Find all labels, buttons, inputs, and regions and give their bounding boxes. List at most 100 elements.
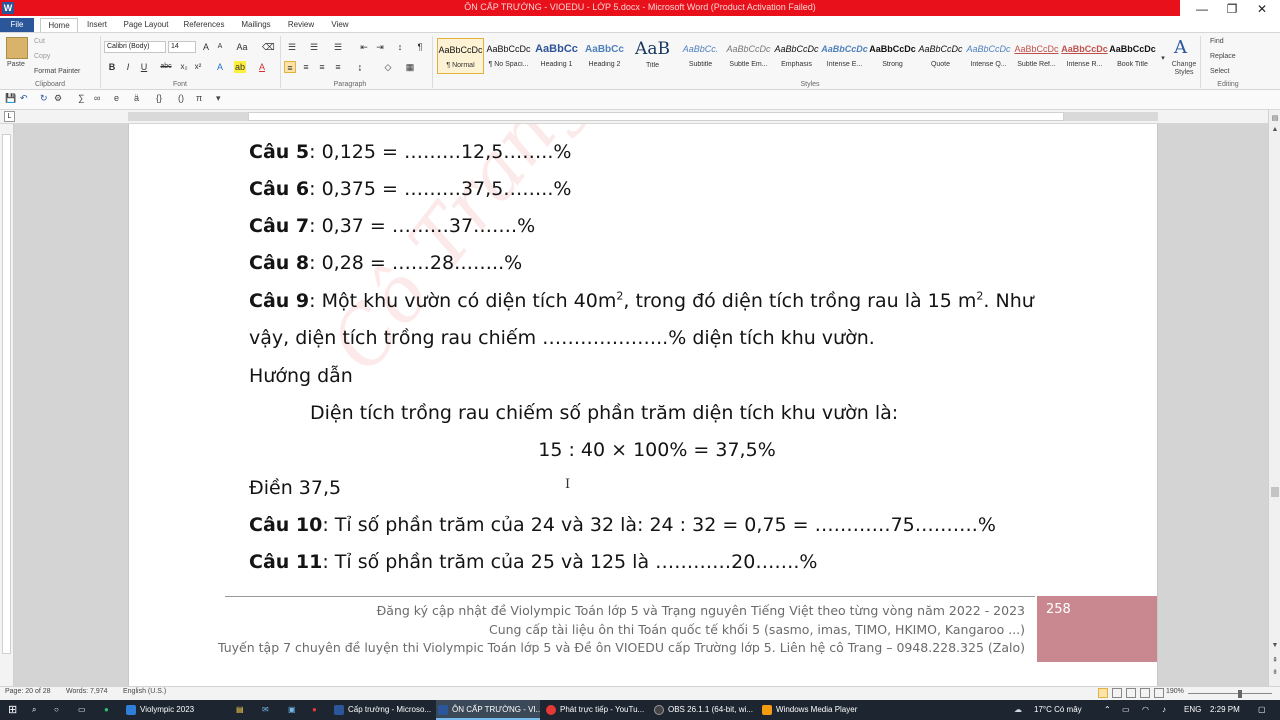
- ruler-toggle-icon[interactable]: ▤: [1269, 114, 1280, 122]
- customize-toolbar-icon[interactable]: ▾: [216, 93, 221, 104]
- text-effects-icon[interactable]: A: [214, 61, 226, 73]
- font-name-select[interactable]: Calibri (Body): [104, 41, 166, 53]
- styles-more-icon[interactable]: ▾: [1157, 53, 1169, 65]
- word-count[interactable]: Words: 7,974: [66, 688, 108, 695]
- vertical-scrollbar[interactable]: ▤ ▲ ▼ ⇞ ⇟: [1268, 110, 1280, 686]
- sort-icon[interactable]: ↕: [394, 41, 406, 53]
- replace-button[interactable]: Replace: [1210, 53, 1236, 60]
- horizontal-ruler[interactable]: L: [0, 110, 1280, 124]
- bold-icon[interactable]: B: [106, 61, 118, 73]
- taskbar-item-media-player[interactable]: Windows Media Player: [760, 700, 864, 720]
- minimize-button[interactable]: —: [1186, 0, 1218, 18]
- print-layout-view-icon[interactable]: [1098, 688, 1108, 698]
- network-icon[interactable]: ▭: [1122, 700, 1130, 720]
- change-case-icon[interactable]: Aa: [236, 41, 248, 53]
- previous-page-icon[interactable]: ⇞: [1269, 656, 1280, 664]
- clock[interactable]: 2:29 PM: [1210, 700, 1240, 720]
- tab-selector-button[interactable]: L: [4, 111, 15, 122]
- style-emphasis[interactable]: AaBbCcDc Emphasis: [773, 38, 820, 74]
- subscript-icon[interactable]: x₂: [178, 61, 190, 73]
- toolbar-symbol-icon[interactable]: ∞: [94, 93, 100, 103]
- show-hidden-icons-icon[interactable]: ⌃: [1104, 700, 1111, 720]
- style-quote[interactable]: AaBbCcDc Quote: [917, 38, 964, 74]
- strikethrough-icon[interactable]: abc: [160, 61, 172, 73]
- style-subtle-emphasis[interactable]: AaBbCcDc Subtle Em...: [725, 38, 772, 74]
- style-title[interactable]: AaB Title: [629, 38, 676, 74]
- font-color-icon[interactable]: A: [256, 61, 268, 73]
- tab-review[interactable]: Review: [284, 18, 318, 32]
- style-intense-emphasis[interactable]: AaBbCcDc Intense E...: [821, 38, 868, 74]
- paste-icon[interactable]: [6, 37, 28, 59]
- windows-start-icon[interactable]: ⊞: [8, 700, 17, 720]
- change-styles-button[interactable]: Change Styles: [1170, 61, 1198, 77]
- draft-view-icon[interactable]: [1154, 688, 1164, 698]
- file-explorer-icon[interactable]: ▤: [236, 700, 244, 720]
- clear-formatting-icon[interactable]: ⌫: [262, 41, 275, 53]
- style-subtle-reference[interactable]: AaBbCcDc Subtle Ref...: [1013, 38, 1060, 74]
- tab-view[interactable]: View: [326, 18, 354, 32]
- close-button[interactable]: ✕: [1246, 0, 1278, 18]
- style-intense-reference[interactable]: AaBbCcDc Intense R...: [1061, 38, 1108, 74]
- align-right-icon[interactable]: ≡: [316, 61, 328, 73]
- font-size-select[interactable]: 14: [168, 41, 196, 53]
- taskbar-item-obs[interactable]: OBS 26.1.1 (64-bit, wi...: [652, 700, 756, 720]
- wifi-icon[interactable]: ◠: [1142, 700, 1149, 720]
- tab-mailings[interactable]: Mailings: [236, 18, 276, 32]
- toolbar-equation-icon[interactable]: ∑: [78, 93, 84, 103]
- weather-icon[interactable]: ☁: [1014, 700, 1022, 720]
- bullets-icon[interactable]: ☰: [286, 41, 298, 53]
- align-left-icon[interactable]: ≡: [284, 61, 296, 73]
- scroll-thumb[interactable]: [1271, 487, 1279, 497]
- page-count[interactable]: Page: 20 of 28: [5, 688, 51, 695]
- numbering-icon[interactable]: ☰: [308, 41, 320, 53]
- style-normal[interactable]: AaBbCcDc ¶ Normal: [437, 38, 484, 74]
- decrease-indent-icon[interactable]: ⇤: [358, 41, 370, 53]
- toolbar-bracket-icon[interactable]: {}: [156, 93, 162, 103]
- shading-icon[interactable]: ◇: [382, 61, 394, 73]
- highlight-icon[interactable]: ab: [234, 61, 246, 73]
- redo-icon[interactable]: ↻: [40, 93, 48, 104]
- zoom-slider-thumb[interactable]: [1238, 690, 1242, 698]
- copy-button[interactable]: Copy: [34, 53, 50, 60]
- find-button[interactable]: Find: [1210, 38, 1224, 45]
- change-styles-icon[interactable]: A: [1174, 37, 1187, 58]
- weather-text[interactable]: 17°C Có mây: [1034, 700, 1082, 720]
- web-layout-view-icon[interactable]: [1126, 688, 1136, 698]
- tab-references[interactable]: References: [180, 18, 228, 32]
- format-painter-button[interactable]: Format Painter: [34, 68, 80, 75]
- style-heading-1[interactable]: AaBbCc Heading 1: [533, 38, 580, 74]
- document-page[interactable]: Cô Trang Câu 5: 0,125 = ………12,5……..% Câu…: [128, 124, 1158, 686]
- scroll-down-icon[interactable]: ▼: [1269, 642, 1280, 649]
- taskbar-item-on-cap-truong[interactable]: ÔN CẤP TRƯỜNG - VI...: [436, 700, 540, 720]
- search-icon[interactable]: ⌕: [32, 700, 36, 720]
- word-app-icon[interactable]: W: [2, 2, 14, 14]
- shrink-font-icon[interactable]: A: [214, 41, 226, 53]
- tab-insert[interactable]: Insert: [82, 18, 112, 32]
- taskbar-item-youtube[interactable]: Phát trực tiếp - YouTu...: [544, 700, 648, 720]
- style-strong[interactable]: AaBbCcDc Strong: [869, 38, 916, 74]
- media-icon[interactable]: ●: [312, 700, 317, 720]
- style-intense-quote[interactable]: AaBbCcDc Intense Q...: [965, 38, 1012, 74]
- line-spacing-icon[interactable]: ↨: [354, 61, 366, 73]
- zoom-slider[interactable]: [1188, 693, 1272, 694]
- next-page-icon[interactable]: ⇟: [1269, 668, 1280, 676]
- toolbar-tools-icon[interactable]: ⚙: [54, 93, 62, 104]
- style-no-spacing[interactable]: AaBbCcDc ¶ No Spaci...: [485, 38, 532, 74]
- maximize-button[interactable]: ❐: [1216, 0, 1248, 18]
- tab-file[interactable]: File: [0, 18, 34, 32]
- edge-icon[interactable]: ●: [104, 700, 109, 720]
- volume-icon[interactable]: ♪: [1162, 700, 1166, 720]
- taskbar-item-violympic[interactable]: Violympic 2023: [124, 700, 224, 720]
- italic-icon[interactable]: I: [122, 61, 134, 73]
- input-language[interactable]: ENG: [1184, 700, 1201, 720]
- notifications-icon[interactable]: ▢: [1258, 700, 1266, 720]
- paste-button[interactable]: Paste: [7, 61, 25, 68]
- task-view-icon[interactable]: ▭: [78, 700, 86, 720]
- tab-home[interactable]: Home: [40, 18, 78, 32]
- full-screen-view-icon[interactable]: [1112, 688, 1122, 698]
- show-marks-icon[interactable]: ¶: [414, 41, 426, 53]
- superscript-icon[interactable]: x²: [192, 61, 204, 73]
- outline-view-icon[interactable]: [1140, 688, 1150, 698]
- increase-indent-icon[interactable]: ⇥: [374, 41, 386, 53]
- vertical-ruler[interactable]: [0, 124, 14, 686]
